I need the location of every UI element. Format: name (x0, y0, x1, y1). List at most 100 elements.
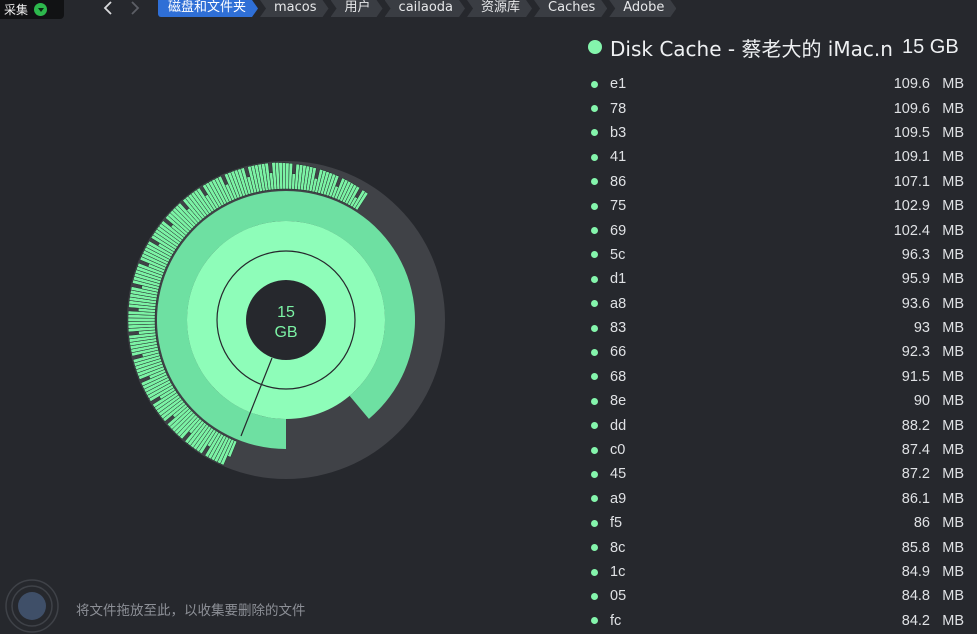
list-item-name: a8 (610, 295, 627, 312)
list-item-dot (591, 153, 598, 161)
list-item[interactable]: 66 92.3 MB (588, 340, 964, 364)
list-item[interactable]: 05 84.8 MB (588, 584, 964, 608)
list-item[interactable]: 8c 85.8 MB (588, 535, 964, 559)
list-item-dot (591, 251, 598, 259)
list-item-dot (591, 300, 598, 308)
list-item[interactable]: 1c 84.9 MB (588, 560, 964, 584)
list-item[interactable]: 41 109.1 MB (588, 145, 964, 169)
disk-sunburst-chart[interactable]: 15 GB (0, 0, 560, 570)
list-item-unit: MB (942, 198, 964, 215)
list-item-name: 45 (610, 466, 627, 483)
list-item-unit: MB (942, 271, 964, 288)
list-item-unit: MB (942, 149, 964, 166)
list-item[interactable]: 45 87.2 MB (588, 462, 964, 486)
list-item-unit: MB (942, 76, 964, 93)
list-item-dot (591, 348, 598, 356)
list-item-unit: MB (942, 368, 964, 385)
list-item-unit: MB (942, 344, 964, 361)
list-item-name: 66 (610, 344, 627, 361)
list-item-size: 88.2 (901, 417, 930, 434)
list-item-unit: MB (942, 564, 964, 580)
list-item-dot (591, 275, 598, 283)
list-item[interactable]: 83 93 MB (588, 316, 964, 340)
drop-zone-icon[interactable] (4, 578, 60, 634)
list-item-size: 109.5 (893, 124, 930, 141)
list-item-dot (591, 617, 598, 625)
list-item[interactable]: d1 95.9 MB (588, 267, 964, 291)
list-item[interactable]: fc 84.2 MB (588, 609, 964, 633)
drop-zone-hint: 将文件拖放至此，以收集要删除的文件 (76, 603, 306, 619)
list-item-size: 102.9 (893, 198, 930, 215)
list-item-size: 91.5 (901, 368, 930, 385)
list-item[interactable]: a8 93.6 MB (588, 292, 964, 316)
list-item-size: 109.6 (893, 100, 930, 117)
list-item-name: 75 (610, 198, 627, 215)
list-item-size: 87.4 (901, 442, 930, 459)
list-item-size: 107.1 (893, 173, 930, 190)
list-item-unit: MB (942, 490, 964, 507)
list-item[interactable]: 78 109.6 MB (588, 96, 964, 120)
list-item-name: c0 (610, 442, 626, 459)
list-item[interactable]: c0 87.4 MB (588, 438, 964, 462)
list-item-dot (591, 592, 598, 600)
list-item[interactable]: a9 86.1 MB (588, 487, 964, 511)
list-item-unit: MB (942, 246, 964, 263)
list-item-unit: MB (942, 173, 964, 190)
list-item-dot (591, 422, 598, 430)
list-item-dot (591, 373, 598, 381)
list-item-unit: MB (942, 222, 964, 239)
list-item[interactable]: b3 109.5 MB (588, 121, 964, 145)
list-item-dot (591, 178, 598, 186)
list-item-size: 109.1 (893, 149, 930, 166)
folder-name: Disk Cache - 蔡老大的 iMac.n (610, 36, 893, 61)
list-item-unit: MB (942, 442, 964, 459)
list-item-name: 86 (610, 173, 627, 190)
list-item-size: 93 (913, 320, 930, 337)
list-item[interactable]: 75 102.9 MB (588, 194, 964, 218)
list-item-dot (591, 495, 598, 503)
center-size-value: 15 (277, 304, 295, 321)
list-item-size: 102.4 (893, 222, 930, 239)
breadcrumb-adobe[interactable]: Adobe (609, 0, 676, 17)
list-item-name: 8c (610, 539, 626, 556)
list-item-unit: MB (942, 100, 964, 117)
list-item-dot (591, 324, 598, 332)
list-item-unit: MB (942, 417, 964, 434)
list-item[interactable]: 8e 90 MB (588, 389, 964, 413)
list-item-dot (591, 519, 598, 527)
list-item-dot (591, 80, 598, 88)
list-item[interactable]: dd 88.2 MB (588, 413, 964, 437)
panel-title: Disk Cache - 蔡老大的 iMac.n 15 GB (588, 34, 973, 61)
list-item-name: 69 (610, 222, 627, 239)
folder-color-dot (588, 40, 602, 54)
list-item-dot (591, 227, 598, 235)
list-item-name: 5c (610, 246, 626, 263)
list-item-unit: MB (942, 295, 964, 312)
list-item-name: 05 (610, 588, 627, 605)
list-item-dot (591, 105, 598, 113)
file-slice[interactable] (281, 162, 287, 190)
list-item[interactable]: 5c 96.3 MB (588, 243, 964, 267)
list-item-unit: MB (942, 539, 964, 556)
file-slice[interactable] (127, 320, 156, 326)
list-item-unit: MB (942, 124, 964, 141)
list-item-unit: MB (942, 393, 964, 410)
list-item-name: d1 (610, 271, 627, 288)
list-item-name: dd (610, 417, 627, 434)
list-item-dot (591, 129, 598, 137)
list-item-size: 84.8 (901, 588, 930, 605)
center-size-unit: GB (274, 324, 297, 341)
list-item-unit: MB (942, 515, 964, 532)
list-item[interactable]: e1 109.6 MB (588, 72, 964, 96)
list-item-dot (591, 544, 598, 552)
list-item[interactable]: 68 91.5 MB (588, 365, 964, 389)
list-item-name: b3 (610, 124, 627, 141)
list-item-name: fc (610, 612, 622, 629)
list-item-unit: MB (942, 320, 964, 337)
list-item[interactable]: 86 107.1 MB (588, 170, 964, 194)
list-item-name: 41 (610, 149, 627, 166)
list-item[interactable]: f5 86 MB (588, 511, 964, 535)
list-item[interactable]: 69 102.4 MB (588, 218, 964, 242)
folder-size: 15 GB (902, 35, 959, 58)
list-item-dot (591, 470, 598, 478)
